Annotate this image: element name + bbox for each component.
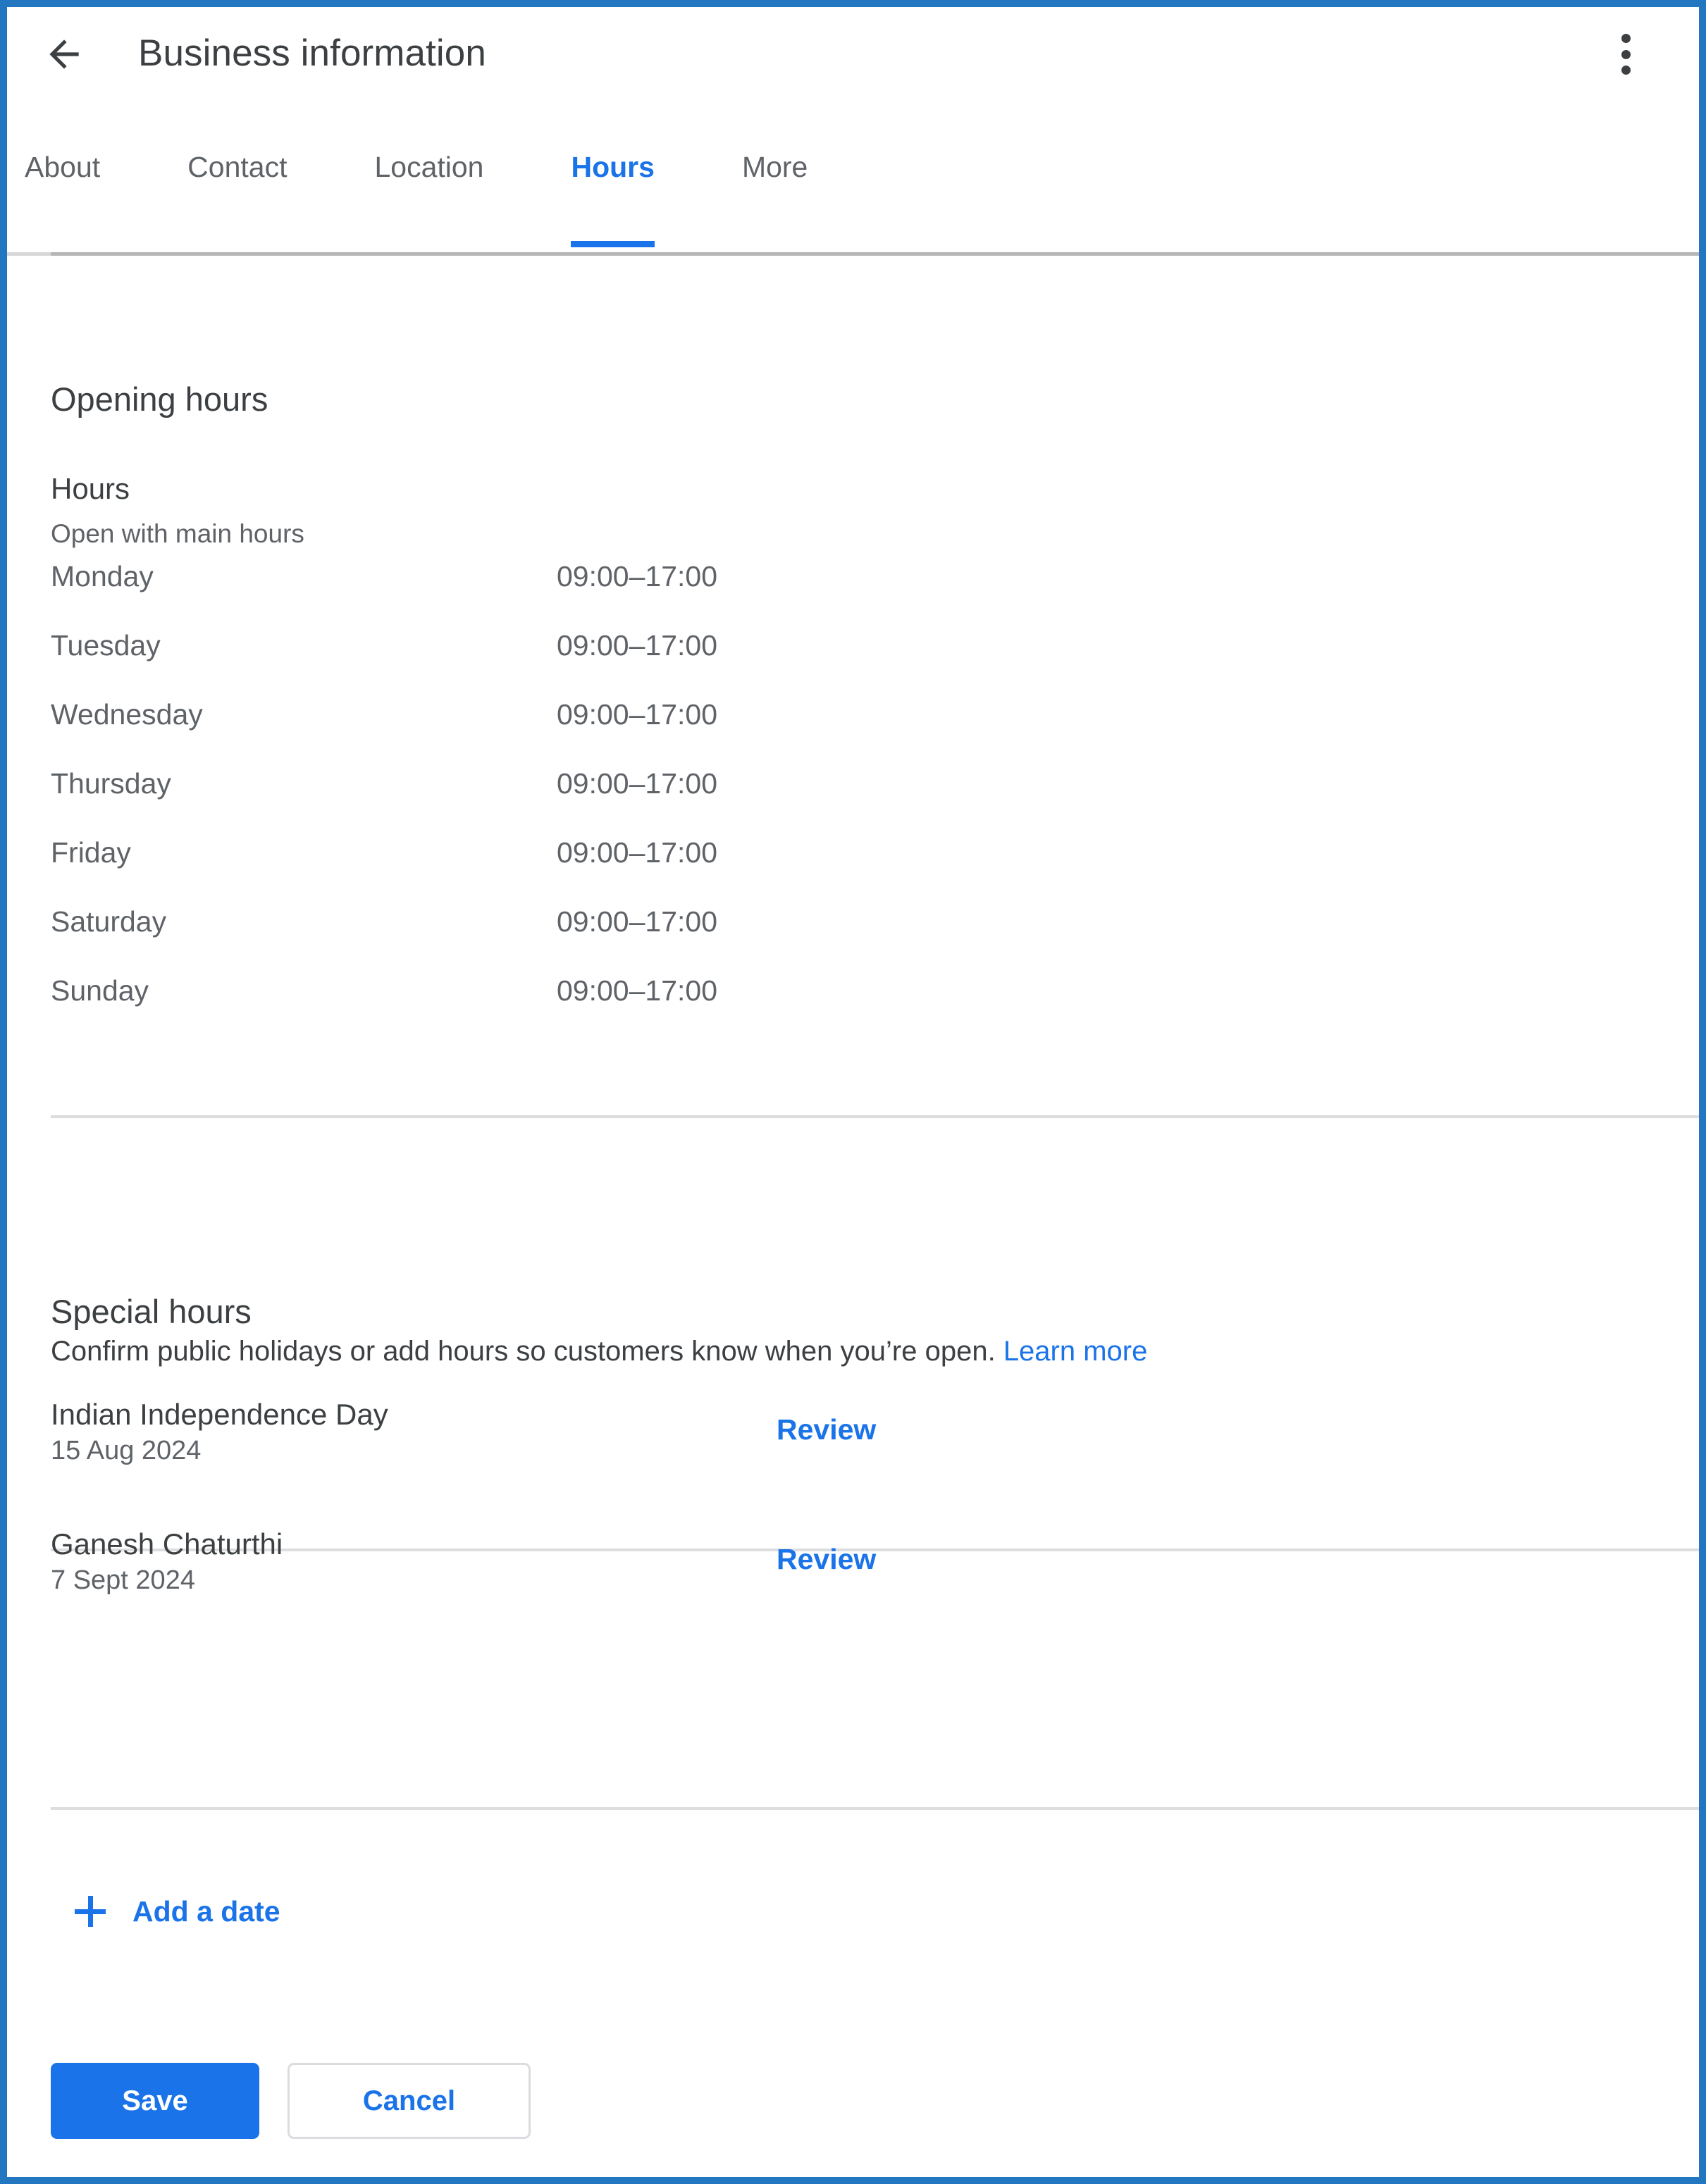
kebab-dot-1 [1621,34,1631,43]
tab-location[interactable]: Location [374,145,483,183]
hours-panel: Opening hours Hours Open with main hours… [7,256,1699,2177]
table-row: Wednesday 09:00–17:00 [7,693,1699,762]
tab-hours-label: Hours [571,151,655,183]
page-title: Business information [138,32,486,74]
opening-hours-heading: Opening hours [51,380,268,418]
tab-contact-label: Contact [187,151,288,183]
kebab-dot-3 [1621,66,1631,75]
table-row: Friday 09:00–17:00 [7,831,1699,900]
more-vert-icon[interactable] [1606,30,1645,79]
special-hours-entry-date: 15 Aug 2024 [51,1436,202,1465]
hours-time-value: 09:00–17:00 [557,974,718,1007]
hours-time-value: 09:00–17:00 [557,629,718,662]
special-hours-description: Confirm public holidays or add hours so … [51,1334,1147,1369]
app-header: Business information About Contact Locat… [7,7,1699,285]
hours-day-label: Saturday [51,905,167,938]
tab-hours[interactable]: Hours [571,145,655,247]
tab-more[interactable]: More [742,145,808,183]
hours-time-value: 09:00–17:00 [557,560,718,592]
tab-location-label: Location [374,151,484,183]
tab-contact[interactable]: Contact [187,145,287,183]
back-arrow-icon[interactable] [42,32,86,76]
section-divider [51,1115,1699,1118]
hours-time-value: 09:00–17:00 [557,767,718,800]
tab-bar: About Contact Location Hours More [7,145,1699,247]
cancel-button[interactable]: Cancel [288,2063,531,2139]
add-a-date-button[interactable]: Add a date [75,1894,280,1929]
tab-active-indicator [571,241,655,247]
special-hours-entry-date: 7 Sept 2024 [51,1565,195,1595]
table-row: Tuesday 09:00–17:00 [7,624,1699,693]
hours-day-label: Tuesday [51,629,161,662]
special-hours-entry-name: Ganesh Chaturthi [51,1527,283,1561]
table-row: Thursday 09:00–17:00 [7,762,1699,831]
hours-time-value: 09:00–17:00 [557,698,718,731]
table-row: Saturday 09:00–17:00 [7,900,1699,969]
review-link[interactable]: Review [777,1541,876,1577]
kebab-dot-2 [1621,49,1631,59]
hours-subheading: Hours [51,472,130,505]
special-hours-description-text: Confirm public holidays or add hours so … [51,1336,996,1367]
entry-divider [51,1807,1699,1810]
table-row: Sunday 09:00–17:00 [7,969,1699,1038]
hours-day-label: Monday [51,560,154,592]
business-information-page: Business information About Contact Locat… [0,0,1706,2184]
hours-table: Monday 09:00–17:00 Tuesday 09:00–17:00 W… [7,555,1699,1038]
table-row: Monday 09:00–17:00 [7,555,1699,624]
tab-about[interactable]: About [25,145,100,183]
form-actions: Save Cancel [51,2063,531,2139]
learn-more-link[interactable]: Learn more [1003,1336,1148,1367]
hours-day-label: Friday [51,836,131,869]
plus-icon [75,1896,106,1927]
hours-status: Open with main hours [51,519,304,548]
tab-more-label: More [741,151,808,183]
save-button[interactable]: Save [51,2063,259,2139]
add-a-date-label: Add a date [132,1895,280,1928]
special-hours-entry-name: Indian Independence Day [51,1398,388,1431]
hours-day-label: Sunday [51,974,149,1007]
special-hours-heading: Special hours [51,1293,252,1330]
hours-time-value: 09:00–17:00 [557,836,718,869]
hours-day-label: Wednesday [51,698,203,731]
review-link[interactable]: Review [777,1411,876,1448]
hours-day-label: Thursday [51,767,171,800]
tab-about-label: About [25,151,101,183]
hours-time-value: 09:00–17:00 [557,905,718,938]
